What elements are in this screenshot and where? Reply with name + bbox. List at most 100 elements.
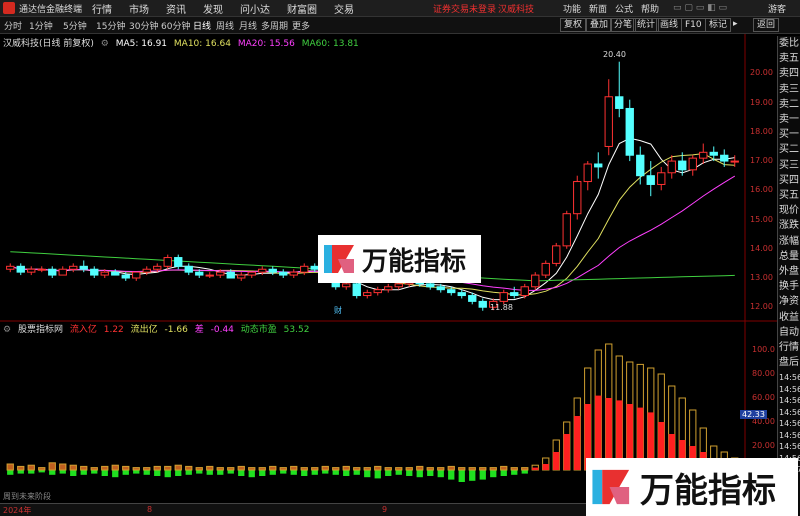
side-panel-item[interactable]: 14:56 (779, 384, 800, 396)
mark-button[interactable]: 标记 (705, 18, 732, 32)
adjust-button[interactable]: 复权 (560, 18, 587, 32)
side-panel-item[interactable]: 卖一 (779, 114, 799, 126)
side-panel-item[interactable]: 卖五 (779, 53, 799, 65)
candle[interactable] (699, 143, 708, 164)
period-30min[interactable]: 30分钟 (129, 19, 158, 32)
candle[interactable] (247, 271, 256, 278)
side-panel-item[interactable]: 自动 (779, 327, 799, 339)
candle[interactable] (657, 166, 666, 191)
candle[interactable] (289, 269, 298, 278)
side-panel-item[interactable]: 换手 (779, 281, 799, 293)
candle[interactable] (237, 272, 246, 281)
side-panel-item[interactable]: 14:56 (779, 395, 800, 407)
quote-side-panel[interactable]: 委比 卖五 卖四 卖三 卖二 卖一 买一 买二 买三 买四 买五 现价 涨跌 涨幅 总量 外盘 换手 净资 收益 自动… (777, 36, 800, 516)
side-panel-item[interactable]: 14:56 (779, 407, 800, 419)
side-panel-item[interactable]: 买一 (779, 129, 799, 141)
side-panel-item[interactable]: 外盘 (779, 266, 799, 278)
side-panel-item[interactable]: 现价 (779, 205, 799, 217)
candle[interactable] (48, 266, 57, 278)
side-panel-item[interactable]: 涨跌 (779, 220, 799, 232)
candle[interactable] (688, 155, 697, 176)
side-panel-item[interactable]: 卖四 (779, 68, 799, 80)
candle[interactable] (615, 61, 624, 118)
period-monthly[interactable]: 月线 (239, 19, 257, 32)
side-panel-item[interactable]: 委比 (779, 38, 799, 50)
side-panel-item[interactable]: 行情 (779, 342, 799, 354)
side-panel-item[interactable]: 净资 (779, 296, 799, 308)
login-warning[interactable]: 证券交易未登录 (433, 2, 496, 15)
candle[interactable] (111, 269, 120, 276)
side-panel-item[interactable]: 总量 (779, 251, 799, 263)
menu-function[interactable]: 功能 (563, 2, 581, 15)
candle[interactable] (184, 263, 193, 276)
candle[interactable] (205, 272, 214, 278)
candle[interactable] (604, 79, 613, 156)
candle[interactable] (541, 260, 550, 278)
side-panel-item[interactable]: 卖二 (779, 99, 799, 111)
candle[interactable] (132, 271, 141, 281)
candle[interactable] (352, 280, 361, 299)
candle[interactable] (625, 99, 634, 162)
period-15min[interactable]: 15分钟 (96, 19, 125, 32)
candle[interactable] (646, 161, 655, 197)
candle[interactable] (552, 242, 561, 267)
period-daily[interactable]: 日线 (193, 19, 211, 32)
side-panel-item[interactable]: 涨幅 (779, 236, 799, 248)
side-panel-item[interactable]: 盘后 (779, 357, 799, 369)
candle[interactable] (478, 298, 487, 311)
period-multi[interactable]: 多周期 (261, 19, 288, 32)
candle[interactable] (373, 286, 382, 296)
side-panel-item[interactable]: 14:56 (779, 418, 800, 430)
side-panel-item[interactable]: 卖三 (779, 84, 799, 96)
candle[interactable] (58, 266, 67, 276)
window-controls-icon[interactable]: ▭ ▢ ▭ ◧ ▭ (673, 3, 727, 13)
candle[interactable] (562, 210, 571, 249)
side-panel-item[interactable]: 收益 (779, 312, 799, 324)
candle[interactable] (90, 266, 99, 278)
candle[interactable] (27, 266, 36, 276)
f10-button[interactable]: F10 (681, 18, 706, 32)
menu-new[interactable]: 新面 (589, 2, 607, 15)
candle[interactable] (531, 272, 540, 290)
earnings-marker[interactable]: 财 (334, 305, 342, 316)
side-panel-item[interactable]: 14:56 (779, 441, 800, 453)
candle[interactable] (16, 263, 25, 276)
candle[interactable] (6, 263, 15, 273)
candle[interactable] (667, 155, 676, 179)
candle[interactable] (573, 175, 582, 220)
side-panel-item[interactable]: 14:56 (779, 372, 800, 384)
collapse-arrow-icon[interactable]: ▸ (730, 18, 741, 32)
menu-formula[interactable]: 公式 (615, 2, 633, 15)
candle[interactable] (510, 286, 519, 299)
side-panel-item[interactable]: 买三 (779, 160, 799, 172)
period-5min[interactable]: 5分钟 (63, 19, 87, 32)
side-panel-item[interactable]: 买二 (779, 144, 799, 156)
menu-trade[interactable]: 交易 (334, 1, 354, 16)
candle[interactable] (69, 263, 78, 273)
back-button[interactable]: 返回 (753, 18, 780, 32)
candle[interactable] (583, 161, 592, 191)
menu-wealth[interactable]: 财富圈 (287, 1, 317, 16)
period-1min[interactable]: 1分钟 (29, 19, 53, 32)
period-weekly[interactable]: 周线 (216, 19, 234, 32)
candle[interactable] (520, 283, 529, 299)
indicator-settings-icon[interactable]: ⚙ (3, 325, 11, 335)
period-intraday[interactable]: 分时 (4, 19, 22, 32)
period-more[interactable]: 更多 (292, 19, 310, 32)
menu-ask[interactable]: 问小达 (240, 1, 270, 16)
side-panel-item[interactable]: 14:56 (779, 430, 800, 442)
menu-help[interactable]: 帮助 (641, 2, 659, 15)
candle[interactable] (163, 254, 172, 270)
candle[interactable] (384, 283, 393, 293)
draw-button[interactable]: 画线 (656, 18, 683, 32)
overlay-button[interactable]: 叠加 (586, 18, 613, 32)
period-60min[interactable]: 60分钟 (161, 19, 190, 32)
menu-discover[interactable]: 发现 (203, 1, 223, 16)
candle[interactable] (594, 152, 603, 179)
side-panel-item[interactable]: 买五 (779, 190, 799, 202)
menu-quotes[interactable]: 行情 (92, 1, 112, 16)
candle[interactable] (363, 289, 372, 299)
menu-news[interactable]: 资讯 (166, 1, 186, 16)
candle[interactable] (279, 269, 288, 278)
candle[interactable] (37, 266, 46, 273)
